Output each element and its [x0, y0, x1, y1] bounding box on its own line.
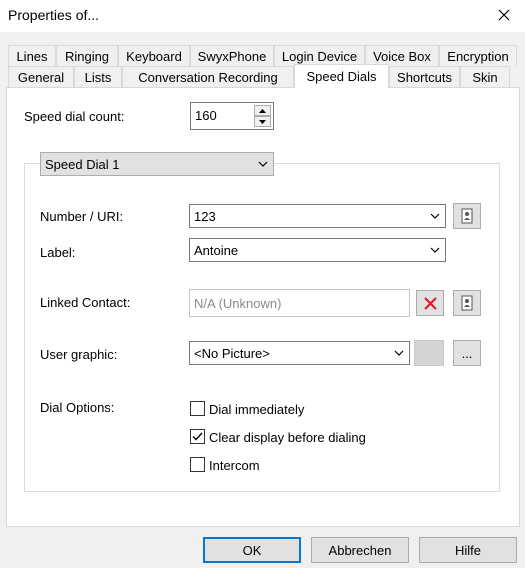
tab-encryption[interactable]: Encryption — [439, 45, 517, 66]
clear-display-label[interactable]: Clear display before dialing — [209, 430, 366, 445]
number-value: 123 — [194, 209, 216, 224]
speed-dial-selector[interactable]: Speed Dial 1 — [40, 152, 274, 176]
tab-voice-box[interactable]: Voice Box — [365, 45, 439, 66]
speed-dial-selector-value: Speed Dial 1 — [45, 157, 120, 172]
spin-up-button[interactable] — [254, 105, 271, 116]
user-graphic-browse-button[interactable]: ... — [453, 340, 481, 366]
close-button[interactable] — [490, 2, 518, 28]
spin-down-icon — [259, 119, 266, 124]
user-graphic-preview — [414, 340, 444, 366]
dial-immediately-checkbox[interactable] — [190, 401, 205, 416]
chevron-down-icon — [258, 161, 268, 167]
number-combo[interactable]: 123 — [189, 204, 446, 228]
label-combo[interactable]: Antoine — [189, 238, 446, 262]
tab-login-device[interactable]: Login Device — [274, 45, 365, 66]
unlink-contact-button[interactable] — [416, 290, 444, 316]
chevron-down-icon — [430, 247, 440, 253]
spin-down-button[interactable] — [254, 116, 271, 127]
window-title: Properties of... — [8, 7, 100, 23]
tab-lists[interactable]: Lists — [74, 66, 122, 87]
linked-contact-value: N/A (Unknown) — [194, 296, 282, 311]
intercom-checkbox[interactable] — [190, 457, 205, 472]
tab-speed-dials[interactable]: Speed Dials — [294, 64, 389, 88]
number-address-book-button[interactable] — [453, 203, 481, 229]
speed-dial-count-value[interactable]: 160 — [195, 108, 217, 123]
speed-dial-count-label: Speed dial count: — [24, 109, 125, 124]
label-value: Antoine — [194, 243, 239, 258]
tab-keyboard[interactable]: Keyboard — [118, 45, 190, 66]
chevron-down-icon — [430, 213, 440, 219]
tab-shortcuts[interactable]: Shortcuts — [389, 66, 460, 87]
user-graphic-value: <No Picture> — [194, 346, 270, 361]
intercom-label[interactable]: Intercom — [209, 458, 260, 473]
tab-conversation-recording[interactable]: Conversation Recording — [122, 66, 294, 87]
tab-ringing[interactable]: Ringing — [56, 45, 118, 66]
tab-lines[interactable]: Lines — [8, 45, 56, 66]
close-icon — [498, 9, 510, 21]
cancel-button[interactable]: Abbrechen — [311, 537, 409, 563]
user-graphic-label: User graphic: — [40, 347, 118, 362]
linked-contact-label: Linked Contact: — [40, 295, 131, 310]
label-field-label: Label: — [40, 245, 76, 260]
linked-contact-field: N/A (Unknown) — [189, 289, 410, 317]
speed-dial-count-stepper[interactable]: 160 — [190, 102, 274, 130]
user-graphic-combo[interactable]: <No Picture> — [189, 341, 410, 365]
tab-swyxphone[interactable]: SwyxPhone — [190, 45, 274, 66]
address-book-icon — [461, 295, 473, 311]
address-book-icon — [461, 208, 473, 224]
linked-contact-address-book-button[interactable] — [453, 290, 481, 316]
delete-x-icon — [423, 296, 437, 310]
clear-display-checkbox[interactable] — [190, 429, 205, 444]
tab-skin[interactable]: Skin — [460, 66, 510, 87]
help-button[interactable]: Hilfe — [419, 537, 517, 563]
dial-immediately-label[interactable]: Dial immediately — [209, 402, 304, 417]
number-label: Number / URI: — [40, 209, 124, 224]
tab-general[interactable]: General — [8, 66, 74, 87]
browse-label: ... — [461, 345, 473, 361]
check-icon — [192, 432, 203, 441]
title-bar: Properties of... — [0, 0, 525, 32]
spin-up-icon — [259, 108, 266, 113]
chevron-down-icon — [394, 350, 404, 356]
ok-button[interactable]: OK — [203, 537, 301, 563]
dial-options-label: Dial Options: — [40, 400, 115, 415]
